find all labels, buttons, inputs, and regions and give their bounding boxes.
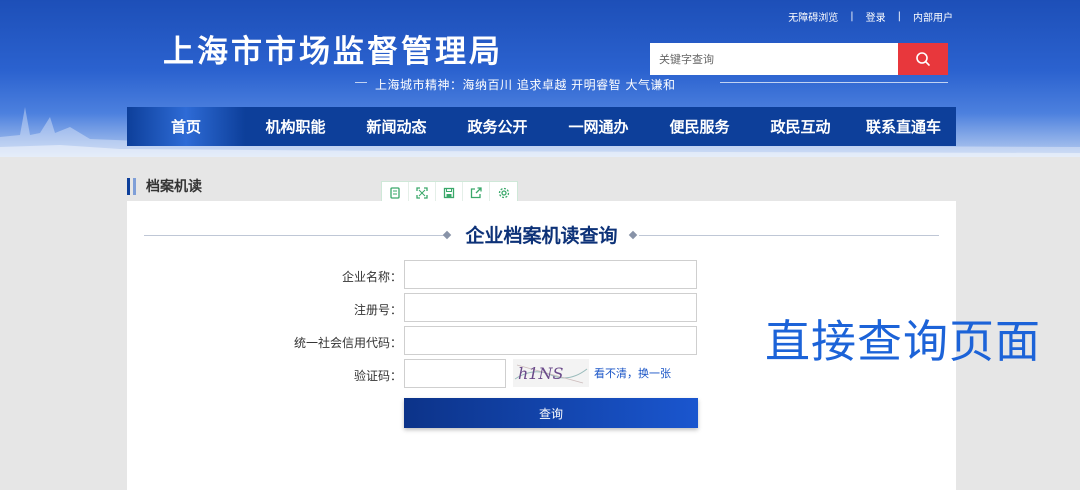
separator: | xyxy=(850,11,854,22)
section-title: 档案机读 xyxy=(146,179,202,195)
query-button[interactable]: 查询 xyxy=(404,398,698,428)
captcha-text: h1NS xyxy=(518,364,563,383)
site-title: 上海市市场监督管理局 xyxy=(163,34,503,70)
motto-divider xyxy=(355,82,367,83)
section-heading: 档案机读 xyxy=(127,176,202,196)
section-marker xyxy=(133,177,136,195)
login-link[interactable]: 登录 xyxy=(866,9,886,24)
search-box xyxy=(650,43,948,75)
captcha-image[interactable]: h1NS xyxy=(513,359,589,387)
section-marker xyxy=(127,177,130,195)
nav-item-functions[interactable]: 机构职能 xyxy=(245,107,346,146)
site-header: 无障碍浏览 | 登录 | 内部用户 上海市市场监督管理局 上海城市精神：海纳百川… xyxy=(0,0,1080,157)
city-motto: 上海城市精神：海纳百川 追求卓越 开明睿智 大气谦和 xyxy=(375,78,676,92)
nav-item-online-service[interactable]: 一网通办 xyxy=(548,107,649,146)
registration-number-label: 注册号： xyxy=(353,303,402,317)
credit-code-input[interactable] xyxy=(404,326,697,355)
main-nav: 首页 机构职能 新闻动态 政务公开 一网通办 便民服务 政民互动 联系直通车 xyxy=(127,107,956,146)
top-links: 无障碍浏览 | 登录 | 内部用户 xyxy=(788,9,953,24)
company-name-label: 企业名称： xyxy=(341,270,402,284)
nav-item-public-service[interactable]: 便民服务 xyxy=(649,107,750,146)
captcha-label: 验证码： xyxy=(353,369,402,383)
nav-item-contact[interactable]: 联系直通车 xyxy=(851,107,956,146)
search-input[interactable] xyxy=(650,43,898,75)
separator: | xyxy=(897,11,901,22)
captcha-input[interactable] xyxy=(404,359,506,388)
company-name-input[interactable] xyxy=(404,260,697,289)
registration-number-input[interactable] xyxy=(404,293,697,322)
internal-user-link[interactable]: 内部用户 xyxy=(913,9,953,24)
nav-item-news[interactable]: 新闻动态 xyxy=(346,107,447,146)
title-divider xyxy=(639,235,939,236)
nav-item-gov-affairs[interactable]: 政务公开 xyxy=(447,107,548,146)
refresh-captcha-link[interactable]: 看不清，换一张 xyxy=(594,365,671,381)
nav-item-home[interactable]: 首页 xyxy=(127,107,245,146)
accessibility-link[interactable]: 无障碍浏览 xyxy=(788,9,838,24)
motto-divider xyxy=(720,82,948,83)
search-icon xyxy=(916,52,930,66)
overlay-caption: 直接查询页面 xyxy=(765,315,1042,368)
search-button[interactable] xyxy=(898,43,948,75)
nav-item-interaction[interactable]: 政民互动 xyxy=(750,107,851,146)
credit-code-label: 统一社会信用代码： xyxy=(293,336,402,350)
